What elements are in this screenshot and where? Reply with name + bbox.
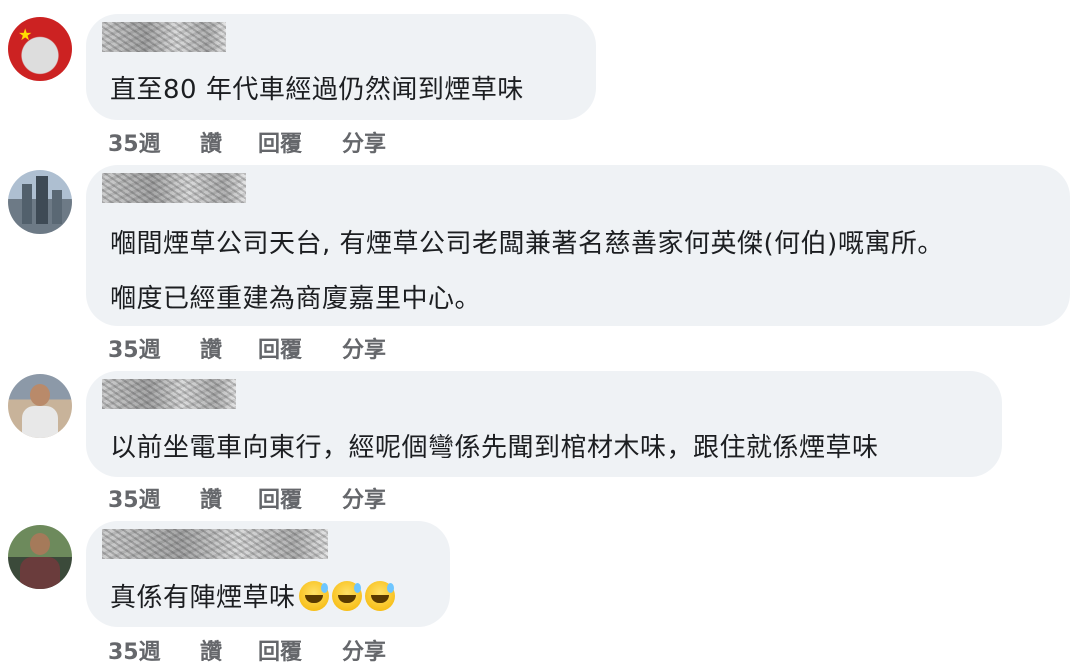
comment-bubble: 直至80 年代車經過仍然闻到煙草味 bbox=[86, 14, 596, 120]
redacted-author-name[interactable] bbox=[102, 173, 246, 203]
timestamp-link[interactable]: 35週 bbox=[108, 482, 161, 514]
city-skyline-icon bbox=[36, 176, 48, 224]
timestamp-link[interactable]: 35週 bbox=[108, 634, 161, 666]
person-icon bbox=[30, 384, 50, 406]
timestamp-link[interactable]: 35週 bbox=[108, 332, 161, 364]
grinning-sweat-emoji-icon bbox=[331, 581, 362, 611]
reply-button[interactable]: 回覆 bbox=[258, 482, 302, 514]
share-button[interactable]: 分享 bbox=[342, 332, 386, 364]
person-icon bbox=[20, 557, 60, 589]
share-button[interactable]: 分享 bbox=[342, 482, 386, 514]
like-button[interactable]: 讚 bbox=[200, 482, 222, 514]
avatar[interactable]: ★ bbox=[8, 17, 72, 81]
comment-bubble: 以前坐電車向東行，經呢個彎係先聞到棺材木味，跟住就係煙草味 bbox=[86, 371, 1002, 477]
avatar[interactable] bbox=[8, 525, 72, 589]
person-icon bbox=[22, 406, 58, 438]
like-button[interactable]: 讚 bbox=[200, 332, 222, 364]
person-icon bbox=[30, 533, 50, 555]
grinning-sweat-emoji-icon bbox=[364, 581, 395, 611]
timestamp-link[interactable]: 35週 bbox=[108, 126, 161, 158]
redacted-author-name[interactable] bbox=[102, 22, 226, 52]
like-button[interactable]: 讚 bbox=[200, 126, 222, 158]
comment-text-content: 真係有陣煙草味 bbox=[110, 583, 296, 613]
comment-bubble: 真係有陣煙草味 bbox=[86, 521, 450, 627]
reply-button[interactable]: 回覆 bbox=[258, 634, 302, 666]
redacted-author-name[interactable] bbox=[102, 529, 328, 559]
share-button[interactable]: 分享 bbox=[342, 634, 386, 666]
comment-bubble: 嗰間煙草公司天台, 有煙草公司老闆兼著名慈善家何英傑(何伯)嘅寓所。 嗰度已經重… bbox=[86, 165, 1070, 326]
redacted-author-name[interactable] bbox=[102, 379, 236, 409]
like-button[interactable]: 讚 bbox=[200, 634, 222, 666]
grinning-sweat-emoji-icon bbox=[298, 581, 329, 611]
comment-text: 真係有陣煙草味 bbox=[110, 577, 395, 614]
comment-text: 直至80 年代車經過仍然闻到煙草味 bbox=[110, 75, 524, 105]
reply-button[interactable]: 回覆 bbox=[258, 126, 302, 158]
share-button[interactable]: 分享 bbox=[342, 126, 386, 158]
flag-star-icon: ★ bbox=[18, 25, 33, 44]
comment-text: 嗰度已經重建為商廈嘉里中心。 bbox=[110, 284, 482, 314]
city-skyline-icon bbox=[52, 190, 62, 224]
avatar[interactable] bbox=[8, 170, 72, 234]
reply-button[interactable]: 回覆 bbox=[258, 332, 302, 364]
avatar[interactable] bbox=[8, 374, 72, 438]
comment-text: 嗰間煙草公司天台, 有煙草公司老闆兼著名慈善家何英傑(何伯)嘅寓所。 bbox=[110, 229, 944, 259]
city-skyline-icon bbox=[22, 184, 32, 224]
comment-text: 以前坐電車向東行，經呢個彎係先聞到棺材木味，跟住就係煙草味 bbox=[110, 433, 879, 463]
